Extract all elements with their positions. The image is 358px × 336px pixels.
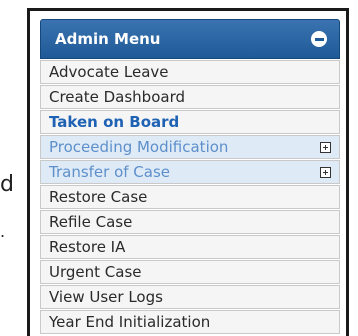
menu-item-year-end-initialization[interactable]: Year End Initialization xyxy=(40,310,340,334)
menu-item-label: Refile Case xyxy=(49,213,133,231)
expand-icon[interactable] xyxy=(320,141,331,153)
menu-item-taken-on-board[interactable]: Taken on Board xyxy=(40,110,340,134)
menu-item-create-dashboard[interactable]: Create Dashboard xyxy=(40,85,340,109)
menu-item-label: View User Logs xyxy=(49,288,163,306)
expand-icon[interactable] xyxy=(320,166,331,178)
admin-menu: Admin Menu Advocate Leave Create Dashboa… xyxy=(40,19,340,334)
collapse-icon[interactable] xyxy=(311,31,327,47)
admin-menu-title: Admin Menu xyxy=(55,30,161,48)
menu-item-label: Advocate Leave xyxy=(49,63,169,81)
menu-item-label: Create Dashboard xyxy=(49,88,185,106)
menu-item-label: Taken on Board xyxy=(49,113,180,131)
screenshot-frame: Admin Menu Advocate Leave Create Dashboa… xyxy=(27,8,349,336)
menu-item-transfer-of-case[interactable]: Transfer of Case xyxy=(40,160,340,184)
menu-item-restore-case[interactable]: Restore Case xyxy=(40,185,340,209)
menu-item-label: Proceeding Modification xyxy=(49,138,229,156)
menu-item-label: Restore IA xyxy=(49,238,126,256)
menu-item-label: Transfer of Case xyxy=(49,163,171,181)
admin-menu-header[interactable]: Admin Menu xyxy=(40,19,340,59)
menu-item-urgent-case[interactable]: Urgent Case xyxy=(40,260,340,284)
menu-item-proceeding-modification[interactable]: Proceeding Modification xyxy=(40,135,340,159)
menu-item-label: Restore Case xyxy=(49,188,148,206)
clipped-text-fragment: . xyxy=(0,222,6,241)
menu-item-view-user-logs[interactable]: View User Logs xyxy=(40,285,340,309)
menu-item-refile-case[interactable]: Refile Case xyxy=(40,210,340,234)
clipped-text-fragment: d xyxy=(0,172,14,197)
menu-item-restore-ia[interactable]: Restore IA xyxy=(40,235,340,259)
menu-item-label: Year End Initialization xyxy=(49,313,211,331)
menu-item-advocate-leave[interactable]: Advocate Leave xyxy=(40,60,340,84)
menu-item-label: Urgent Case xyxy=(49,263,142,281)
